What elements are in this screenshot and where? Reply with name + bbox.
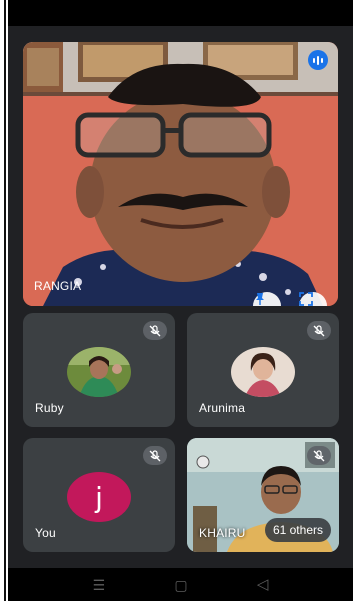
participant-tile-ruby[interactable]: Ruby bbox=[23, 313, 175, 427]
mic-off-icon bbox=[307, 446, 331, 465]
pin-icon bbox=[256, 293, 264, 305]
recents-icon[interactable]: ☰ bbox=[93, 578, 106, 592]
back-icon[interactable]: ◁ bbox=[257, 577, 269, 592]
main-participant-tile[interactable]: RANGIA bbox=[23, 42, 338, 306]
participant-name: KHAIRU bbox=[199, 526, 246, 540]
mic-off-icon bbox=[307, 321, 331, 340]
participant-name: Ruby bbox=[35, 401, 64, 415]
participant-tile-arunima[interactable]: Arunima bbox=[187, 313, 339, 427]
participant-name: Arunima bbox=[199, 401, 246, 415]
frame-border bbox=[4, 0, 6, 601]
mic-off-icon bbox=[143, 446, 167, 465]
status-bar bbox=[8, 0, 353, 26]
fullscreen-icon bbox=[299, 292, 313, 306]
video-grid: RANGIA Ruby Arunima j You KHAIRU 61 othe… bbox=[8, 26, 353, 568]
system-nav-bar: ☰ ▢ ◁ bbox=[8, 568, 353, 601]
phone-screen: RANGIA Ruby Arunima j You KHAIRU 61 othe… bbox=[8, 0, 353, 601]
participant-name: You bbox=[35, 526, 56, 540]
main-participant-name: RANGIA bbox=[34, 279, 82, 293]
participant-tile-self[interactable]: j You bbox=[23, 438, 175, 552]
main-participant-video bbox=[23, 42, 338, 306]
speaking-indicator-icon bbox=[308, 50, 328, 70]
others-count-button[interactable]: 61 others bbox=[264, 518, 331, 542]
mic-off-icon bbox=[143, 321, 167, 340]
avatar: j bbox=[67, 472, 131, 522]
avatar bbox=[231, 347, 295, 397]
participant-tile-khairu[interactable]: KHAIRU 61 others bbox=[187, 438, 339, 552]
avatar bbox=[67, 347, 131, 397]
home-icon[interactable]: ▢ bbox=[174, 578, 187, 592]
